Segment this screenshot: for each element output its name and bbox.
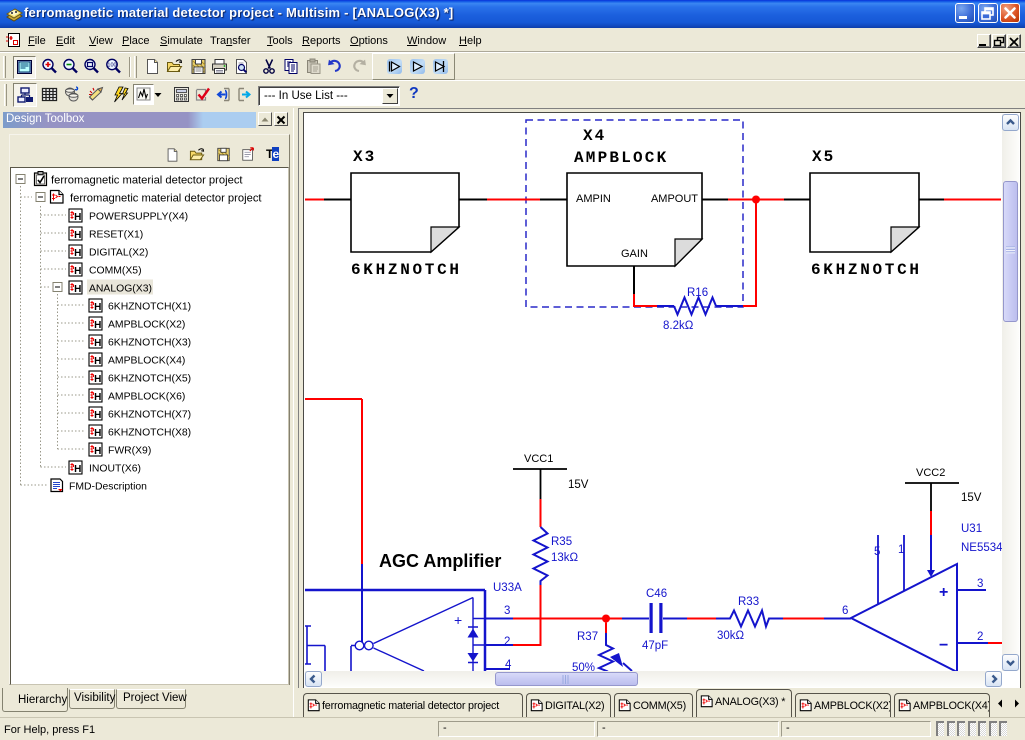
- svg-text:AMPBLOCK(X6): AMPBLOCK(X6): [108, 392, 185, 403]
- svg-text:X4: X4: [583, 127, 606, 145]
- svg-text:AMPBLOCK(X4): AMPBLOCK(X4): [108, 356, 185, 367]
- svg-text:6KHZNOTCH(X8): 6KHZNOTCH(X8): [108, 428, 191, 439]
- svg-text:6KHZNOTCH(X7): 6KHZNOTCH(X7): [108, 410, 191, 421]
- svg-text:6KHZNOTCH: 6KHZNOTCH: [351, 261, 462, 279]
- svg-text:15V: 15V: [568, 479, 589, 491]
- svg-text:C46: C46: [646, 588, 667, 600]
- svg-text:100: 100: [107, 63, 116, 69]
- svg-text:47pF: 47pF: [642, 640, 668, 652]
- svg-text:AMPIN: AMPIN: [576, 193, 611, 205]
- svg-text:INOUT(X6): INOUT(X6): [89, 464, 141, 475]
- svg-text:+: +: [939, 584, 948, 601]
- svg-text:R33: R33: [738, 596, 759, 608]
- svg-text:6KHZNOTCH: 6KHZNOTCH: [811, 261, 922, 279]
- svg-text:6KHZNOTCH(X1): 6KHZNOTCH(X1): [108, 302, 191, 313]
- svg-text:VCC2: VCC2: [916, 467, 945, 479]
- svg-text:ferromagnetic material detecto: ferromagnetic material detector project: [51, 175, 243, 187]
- svg-text:6KHZNOTCH(X3): 6KHZNOTCH(X3): [108, 338, 191, 349]
- svg-text:FWR(X9): FWR(X9): [108, 446, 151, 457]
- svg-text:COMM(X5): COMM(X5): [89, 266, 142, 277]
- svg-text:13kΩ: 13kΩ: [551, 552, 579, 564]
- svg-text:+: +: [454, 612, 462, 628]
- svg-text:DIGITAL(X2): DIGITAL(X2): [89, 248, 148, 259]
- svg-text:50%: 50%: [572, 662, 595, 671]
- svg-text:4: 4: [505, 659, 512, 671]
- svg-text:AMPBLOCK(X2): AMPBLOCK(X2): [108, 320, 185, 331]
- svg-text:FMD-Description: FMD-Description: [69, 482, 147, 493]
- svg-text:U33A: U33A: [493, 582, 522, 594]
- svg-text:30kΩ: 30kΩ: [717, 630, 745, 642]
- svg-text:ANALOG(X3): ANALOG(X3): [89, 284, 152, 295]
- svg-text:8.2kΩ: 8.2kΩ: [663, 320, 694, 332]
- svg-text:AMPBLOCK: AMPBLOCK: [574, 149, 668, 167]
- svg-text:R35: R35: [551, 536, 572, 548]
- svg-text:2: 2: [977, 631, 983, 643]
- svg-text:6: 6: [842, 605, 848, 617]
- svg-text:AMPOUT: AMPOUT: [651, 193, 698, 205]
- svg-text:X5: X5: [812, 148, 835, 166]
- svg-text:X3: X3: [353, 148, 376, 166]
- svg-text:6KHZNOTCH(X5): 6KHZNOTCH(X5): [108, 374, 191, 385]
- svg-text:R37: R37: [577, 631, 598, 643]
- svg-text:3: 3: [977, 578, 983, 590]
- svg-text:RESET(X1): RESET(X1): [89, 230, 143, 241]
- svg-text:NE5534: NE5534: [961, 542, 1002, 554]
- svg-text:3: 3: [504, 605, 510, 617]
- svg-text:POWERSUPPLY(X4): POWERSUPPLY(X4): [89, 212, 188, 223]
- svg-text:U31: U31: [961, 523, 982, 535]
- svg-text:ferromagnetic material detecto: ferromagnetic material detector project: [70, 193, 262, 205]
- svg-text:R16: R16: [687, 287, 708, 299]
- svg-text:−: −: [939, 637, 948, 654]
- svg-text:2: 2: [504, 636, 510, 648]
- svg-text:15V: 15V: [961, 492, 982, 504]
- svg-text:VCC1: VCC1: [524, 453, 553, 465]
- svg-text:GAIN: GAIN: [621, 248, 648, 260]
- svg-text:AGC Amplifier: AGC Amplifier: [379, 551, 501, 571]
